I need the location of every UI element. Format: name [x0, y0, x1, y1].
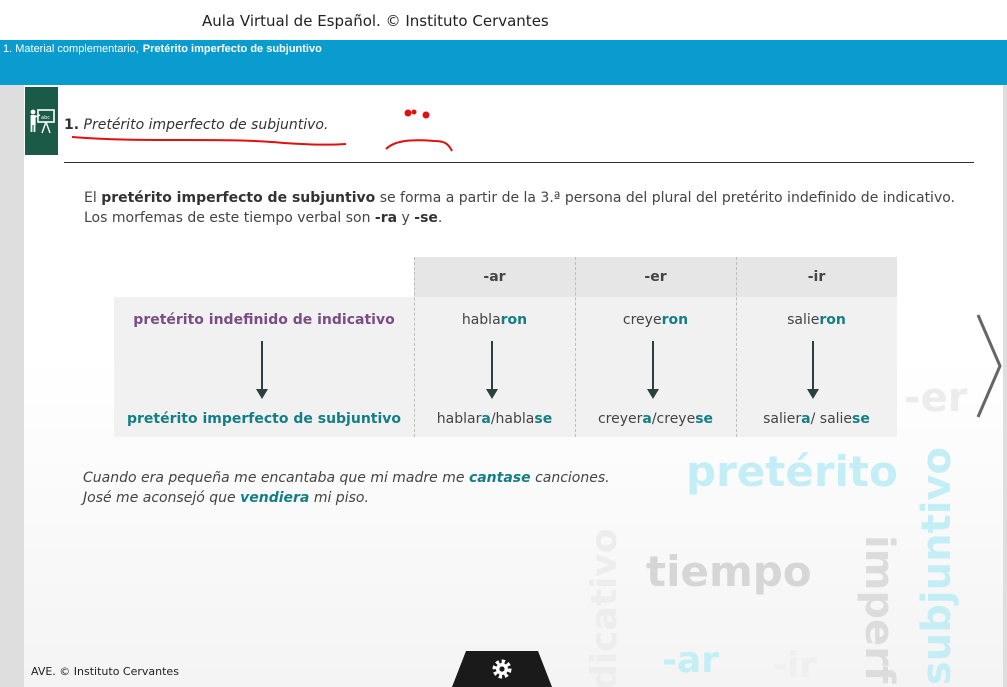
watermark-ar: -ar: [662, 640, 719, 681]
verb-ending: ron: [500, 312, 528, 328]
row-label-indefinido: pretérito indefinido de indicativo: [133, 312, 395, 328]
intro-paragraph: El pretérito imperfecto de subjuntivo se…: [84, 188, 964, 228]
cell-indefinido-ir: salieron: [736, 312, 897, 328]
col-header-er: -er: [644, 269, 667, 285]
verb-ending: ron: [819, 312, 846, 328]
example-text: canciones.: [530, 470, 610, 486]
right-gutter: [1003, 85, 1007, 687]
morpheme-ra: -ra: [374, 210, 398, 226]
cell-subjuntivo-ir: saliera/ saliese: [736, 411, 897, 427]
app-title: Aula Virtual de Español. © Instituto Cer…: [202, 12, 549, 30]
verb-stem: hablar: [436, 411, 482, 427]
breadcrumb-section[interactable]: 1. Material complementario,: [3, 43, 139, 55]
left-gutter: [0, 85, 24, 687]
verb-stem: /habla: [490, 411, 535, 427]
title-divider: [64, 162, 974, 163]
gear-icon: [492, 659, 512, 679]
intro-text: .: [437, 210, 443, 226]
col-header-ar: -ar: [483, 269, 506, 285]
verb-ending: ron: [661, 312, 689, 328]
verb-ending: a: [642, 411, 652, 427]
verb-stem: /creye: [651, 411, 696, 427]
example-text: mi piso.: [309, 490, 369, 506]
arrow-down-icon: [807, 341, 819, 399]
verb-stem: creyer: [597, 411, 643, 427]
verb-stem: / salie: [810, 411, 853, 427]
example-sentence: Cuando era pequeña me encantaba que mi m…: [83, 468, 610, 488]
watermark-indicativo: dicativo: [584, 528, 625, 687]
verb-stem: salier: [763, 411, 802, 427]
example-text: Cuando era pequeña me encantaba que mi m…: [83, 470, 469, 486]
arrow-down-icon: [486, 341, 498, 399]
verb-ending: se: [695, 411, 714, 427]
verb-stem: habla: [461, 312, 501, 328]
red-annotation-marks: [71, 109, 453, 152]
row-label-subjuntivo: pretérito imperfecto de subjuntivo: [126, 411, 402, 427]
verb-ending: se: [534, 411, 553, 427]
conjugation-table: -ar -er -ir pretérito indefinido de indi…: [114, 257, 897, 437]
intro-text: El: [84, 190, 102, 206]
watermark-subjuntivo: subjuntivo: [914, 447, 960, 685]
watermark-er: -er: [904, 375, 968, 421]
breadcrumb-bar: 1. Material complementario, Pretérito imp…: [0, 40, 1007, 85]
verb-stem: creye: [622, 312, 662, 328]
verb-ending: se: [852, 411, 870, 427]
intro-text: se forma a partir de la 3.ª persona del …: [375, 190, 956, 206]
arrow-down-icon: [647, 341, 659, 399]
watermark-imperfecto: imperf: [856, 535, 902, 684]
app-title-bar: Aula Virtual de Español. © Instituto Cer…: [0, 0, 1007, 40]
example-text: José me aconsejó que: [83, 490, 241, 506]
teacher-board-icon: abc: [25, 87, 58, 155]
verb-ending: a: [801, 411, 811, 427]
verb-ending: a: [481, 411, 491, 427]
verb-stem: salie: [787, 312, 820, 328]
cell-indefinido-ar: hablaron: [414, 312, 575, 328]
settings-button[interactable]: [452, 651, 552, 687]
cell-indefinido-er: creyeron: [575, 312, 736, 328]
column-divider: [736, 257, 737, 437]
lesson-title-text: Pretérito imperfecto de subjuntivo.: [83, 117, 329, 133]
example-verb: vendiera: [240, 490, 310, 506]
breadcrumb-current: Pretérito imperfecto de subjuntivo: [142, 43, 322, 55]
intro-text: y: [397, 210, 415, 226]
footer-copyright: AVE. © Instituto Cervantes: [31, 665, 179, 678]
lesson-title: 1. Pretérito imperfecto de subjuntivo.: [64, 117, 328, 133]
example-sentence: José me aconsejó que vendiera mi piso.: [83, 488, 610, 508]
intro-term: pretérito imperfecto de subjuntivo: [101, 190, 376, 206]
svg-text:abc: abc: [41, 115, 50, 121]
col-header-ir: -ir: [807, 269, 826, 285]
arrow-down-icon: [256, 341, 268, 399]
watermark-ir: -ir: [772, 645, 818, 686]
column-divider: [575, 257, 576, 437]
lesson-number: 1.: [64, 117, 80, 133]
watermark-tiempo: tiempo: [646, 547, 812, 596]
example-sentences: Cuando era pequeña me encantaba que mi m…: [83, 468, 610, 508]
breadcrumb: 1. Material complementario, Pretérito imp…: [3, 43, 322, 55]
cell-subjuntivo-er: creyera/creyese: [575, 411, 736, 427]
intro-text: Los morfemas de este tiempo verbal son: [84, 210, 375, 226]
watermark-preterito: pretérito: [686, 447, 898, 496]
lesson-content: pretérito tiempo -er -ar -ir subjuntivo …: [24, 85, 1003, 687]
morpheme-se: -se: [414, 210, 438, 226]
chevron-right-icon[interactable]: [974, 313, 1003, 419]
column-divider: [414, 257, 415, 437]
example-verb: cantase: [468, 470, 531, 486]
cell-subjuntivo-ar: hablara/hablase: [414, 411, 575, 427]
